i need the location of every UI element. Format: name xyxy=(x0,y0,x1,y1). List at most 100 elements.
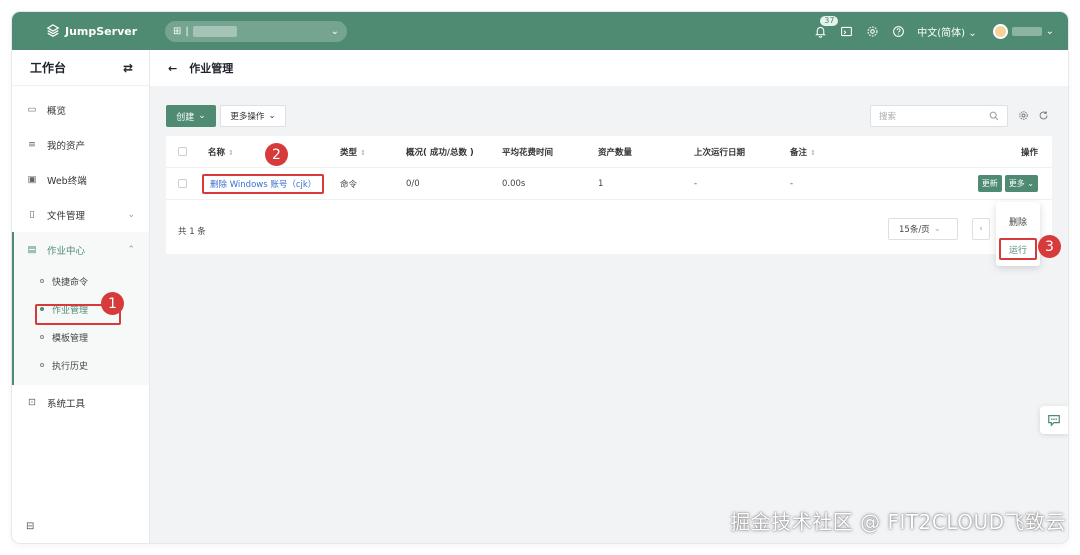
table-panel: 名称 ⇕ 类型 ⇕ 概况( 成功/总数 ) 平均花费时间 资产数量 上次运行日期… xyxy=(166,136,1052,254)
job-table: 名称 ⇕ 类型 ⇕ 概况( 成功/总数 ) 平均花费时间 资产数量 上次运行日期… xyxy=(166,136,1052,200)
list-icon: ≡ xyxy=(28,139,36,150)
app-logo[interactable]: JumpServer xyxy=(46,24,137,38)
sidebar-item-my-assets[interactable]: ≡ 我的资产 xyxy=(12,127,149,162)
annotation-marker-1: 1 xyxy=(101,292,124,315)
create-button[interactable]: 创建 ⌄ xyxy=(166,105,216,127)
page-title: 作业管理 xyxy=(189,62,234,75)
sidebar-group-job-center: ▤ 作业中心 ⌃ 快捷命令 作业管理 模板管理 执行历史 xyxy=(12,232,149,385)
column-header-type[interactable]: 类型 ⇕ xyxy=(328,146,394,158)
job-icon: ▤ xyxy=(27,244,37,255)
chat-assistant-button[interactable] xyxy=(1040,406,1068,434)
column-header-last-run: 上次运行日期 xyxy=(694,147,746,158)
submenu-label: 模板管理 xyxy=(52,333,89,344)
column-header-actions: 操作 xyxy=(1020,147,1038,158)
org-prefix: | xyxy=(185,26,189,37)
dropdown-item-run[interactable]: 运行 xyxy=(999,238,1037,260)
user-menu[interactable]: ⌄ xyxy=(992,23,1054,39)
search-icon xyxy=(989,111,999,121)
job-summary: 0/0 xyxy=(406,178,420,189)
page-size-select[interactable]: 15条/页 ⌄ xyxy=(888,218,958,240)
column-header-avg-time: 平均花费时间 xyxy=(502,147,554,158)
row-checkbox[interactable] xyxy=(178,179,187,188)
file-icon: ▯ xyxy=(29,209,35,220)
update-button[interactable]: 更新 xyxy=(977,175,1002,192)
job-avg-time: 0.00s xyxy=(502,178,526,189)
terminal-icon xyxy=(840,26,852,36)
bullet-icon xyxy=(40,307,44,311)
sidebar-item-label: 我的资产 xyxy=(47,140,86,152)
notification-bell[interactable]: 37 xyxy=(813,15,840,38)
sidebar-item-label: 作业中心 xyxy=(47,245,86,257)
web-terminal-button[interactable] xyxy=(839,24,853,38)
more-dropdown: 删除 运行 xyxy=(996,202,1040,266)
org-select[interactable]: ⊞ | ⌄ xyxy=(165,21,347,42)
job-comment: - xyxy=(790,178,794,189)
sort-icon: ⇕ xyxy=(227,148,234,157)
avatar xyxy=(992,23,1008,39)
sidebar-item-job-center[interactable]: ▤ 作业中心 ⌃ xyxy=(12,232,149,267)
sidebar-item-label: 系统工具 xyxy=(47,398,86,410)
table-row: 删除 Windows 账号（cjk） 命令 0/0 0.00s 1 - - 更新… xyxy=(166,168,1052,200)
chevron-down-icon: ⌄ xyxy=(198,111,206,121)
prev-page-button[interactable]: ‹ xyxy=(972,218,990,240)
chevron-down-icon: ⌄ xyxy=(127,209,135,220)
annotation-marker-2: 2 xyxy=(265,143,288,166)
switch-view-icon[interactable]: ⇄ xyxy=(123,61,133,75)
language-select[interactable]: 中文(简体) ⌄ xyxy=(917,24,976,39)
sidebar-item-overview[interactable]: ▭ 概览 xyxy=(12,92,149,127)
create-label: 创建 xyxy=(176,112,195,123)
chat-icon xyxy=(1048,415,1060,427)
submenu-template-management[interactable]: 模板管理 xyxy=(12,323,149,351)
username-redacted xyxy=(1011,26,1042,36)
sidebar-item-label: 文件管理 xyxy=(47,210,86,222)
annotation-marker-3: 3 xyxy=(1038,235,1061,258)
select-all-checkbox[interactable] xyxy=(178,147,187,156)
workspace-header: 工作台 ⇄ xyxy=(12,50,149,86)
search-input[interactable]: 搜索 xyxy=(870,105,1008,127)
collapse-sidebar-icon[interactable]: ⊟ xyxy=(26,521,38,533)
sidebar-item-file-manager[interactable]: ▯ 文件管理 ⌄ xyxy=(12,197,149,232)
row-select-cell xyxy=(166,179,196,188)
bullet-icon xyxy=(40,335,44,339)
bullet-icon xyxy=(40,363,44,367)
app-window: JumpServer ⊞ | ⌄ 37 中文(简体) ⌄ ⌄ 工作台 ⇄ ▭ 概… xyxy=(12,12,1068,543)
page-size-label: 15条/页 xyxy=(899,225,930,235)
page-header: ← 作业管理 xyxy=(150,50,1068,86)
job-last-run: - xyxy=(694,178,698,189)
gear-icon[interactable] xyxy=(1018,110,1029,121)
submenu-execution-history[interactable]: 执行历史 xyxy=(12,351,149,379)
column-header-name[interactable]: 名称 ⇕ xyxy=(196,146,328,158)
more-actions-button[interactable]: 更多操作 ⌄ xyxy=(220,105,286,127)
back-arrow-icon[interactable]: ← xyxy=(168,62,177,75)
logo-icon xyxy=(46,24,60,37)
notification-badge: 37 xyxy=(819,15,840,27)
monitor-icon: ▭ xyxy=(27,104,37,115)
help-button[interactable] xyxy=(891,24,905,38)
sort-icon: ⇕ xyxy=(809,148,816,157)
column-header-comment[interactable]: 备注 ⇕ xyxy=(778,146,948,158)
top-bar: JumpServer ⊞ | ⌄ 37 中文(简体) ⌄ ⌄ xyxy=(12,12,1068,50)
sidebar-item-web-terminal[interactable]: ▣ Web终端 xyxy=(12,162,149,197)
gear-icon xyxy=(867,26,878,36)
search-placeholder: 搜索 xyxy=(879,112,897,122)
more-button[interactable]: 更多 ⌄ xyxy=(1004,175,1038,192)
job-actions-cell: 更新 更多 ⌄ xyxy=(948,175,1052,192)
app-name: JumpServer xyxy=(65,24,138,38)
sidebar-item-system-tools[interactable]: ⊡ 系统工具 xyxy=(12,385,149,420)
workspace-title: 工作台 xyxy=(30,61,67,75)
bullet-icon xyxy=(40,279,44,283)
sort-icon: ⇕ xyxy=(359,148,366,157)
dropdown-item-delete[interactable]: 删除 xyxy=(996,208,1040,234)
job-asset-count: 1 xyxy=(598,178,604,189)
org-icon: ⊞ xyxy=(173,26,182,37)
refresh-icon[interactable] xyxy=(1038,110,1049,121)
job-name-link[interactable]: 删除 Windows 账号（cjk） xyxy=(202,173,325,194)
submenu-job-management[interactable]: 作业管理 xyxy=(12,295,149,323)
terminal-icon: ▣ xyxy=(27,174,37,185)
job-type: 命令 xyxy=(340,179,358,190)
toolbox-icon: ⊡ xyxy=(28,397,36,408)
submenu-quick-command[interactable]: 快捷命令 xyxy=(12,267,149,295)
select-all-cell xyxy=(166,147,196,156)
watermark: 掘金技术社区 @ FIT2CLOUD飞致云 xyxy=(730,510,1066,534)
settings-button[interactable] xyxy=(865,24,879,38)
